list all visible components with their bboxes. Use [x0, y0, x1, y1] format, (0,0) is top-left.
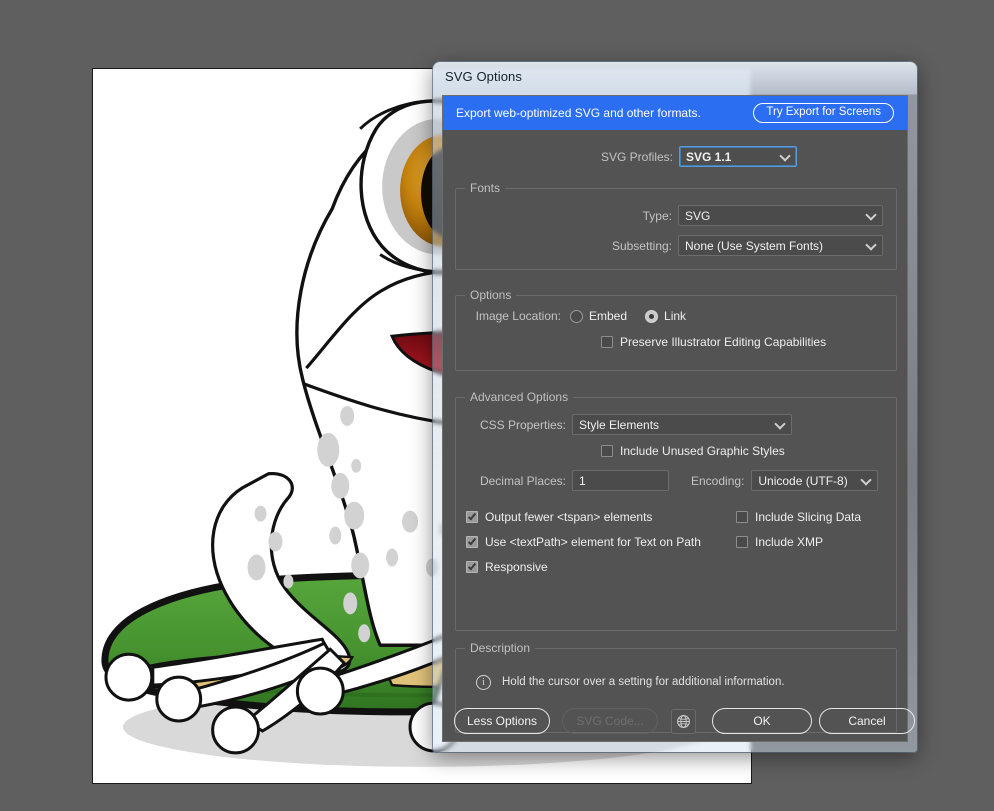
css-properties-select[interactable]: Style Elements: [572, 414, 792, 435]
fonts-group-title: Fonts: [465, 181, 506, 195]
image-location-label: Image Location:: [475, 309, 561, 323]
chevron-down-icon: [860, 473, 873, 486]
css-properties-value: Style Elements: [579, 417, 660, 432]
svg-profiles-label: SVG Profiles:: [600, 149, 673, 164]
checkbox-include-xmp-row: Include XMP: [736, 535, 823, 549]
fonts-group: Fonts Type: SVG Subsetting: None (Use Sy…: [455, 181, 897, 270]
output-fewer-tspan-checkbox[interactable]: Output fewer <tspan> elements: [466, 510, 652, 524]
output-fewer-tspan-label: Output fewer <tspan> elements: [485, 510, 653, 524]
dialog-footer: Less Options SVG Code... OK Cancel: [442, 708, 915, 742]
preserve-illustrator-editing-label: Preserve Illustrator Editing Capabilitie…: [620, 335, 827, 349]
include-unused-row: Include Unused Graphic Styles: [601, 444, 785, 458]
chevron-down-icon: [774, 417, 786, 430]
css-properties-label: CSS Properties:: [479, 417, 566, 432]
font-subsetting-row: Subsetting: None (Use System Fonts): [456, 235, 896, 256]
chevron-down-icon: [865, 238, 877, 251]
promo-message: Export web-optimized SVG and other forma…: [456, 106, 701, 120]
dialog-body: Export web-optimized SVG and other forma…: [442, 95, 908, 742]
export-promo-banner: Export web-optimized SVG and other forma…: [443, 96, 907, 130]
description-group-title: Description: [465, 641, 536, 655]
checkbox-responsive-row: Responsive: [466, 560, 548, 574]
font-subsetting-label: Subsetting:: [611, 238, 672, 253]
description-text: Hold the cursor over a setting for addit…: [502, 676, 785, 688]
checkbox-include-slicing-row: Include Slicing Data: [736, 510, 861, 524]
decimal-places-label: Decimal Places:: [479, 473, 566, 488]
options-group-title: Options: [465, 288, 517, 302]
include-unused-graphic-styles-checkbox[interactable]: Include Unused Graphic Styles: [601, 444, 785, 458]
less-options-button[interactable]: Less Options: [454, 708, 550, 734]
link-label: Link: [664, 309, 687, 323]
dialog-titlebar[interactable]: SVG Options: [433, 62, 917, 92]
chevron-down-icon: [779, 149, 791, 162]
include-xmp-label: Include XMP: [755, 535, 824, 549]
font-type-select[interactable]: SVG: [678, 205, 883, 226]
advanced-options-group: Advanced Options CSS Properties: Style E…: [455, 390, 897, 631]
preserve-illustrator-editing-checkbox[interactable]: Preserve Illustrator Editing Capabilitie…: [601, 335, 826, 349]
use-textpath-checkbox[interactable]: Use <textPath> element for Text on Path: [466, 535, 701, 549]
options-group: Options Image Location: Embed Link Prese…: [455, 288, 897, 371]
decimal-places-value: 1: [579, 473, 586, 488]
svg-options-dialog[interactable]: SVG Options Export web-optimized SVG and…: [433, 62, 917, 752]
include-unused-graphic-styles-label: Include Unused Graphic Styles: [620, 444, 785, 458]
radio-circle-icon: [570, 309, 583, 323]
advanced-options-group-title: Advanced Options: [465, 390, 574, 404]
checkbox-checked-icon: [466, 511, 478, 523]
use-textpath-label: Use <textPath> element for Text on Path: [485, 535, 701, 549]
svg-profiles-row: SVG Profiles: SVG 1.1: [443, 146, 907, 167]
checkbox-box-icon: [601, 336, 613, 348]
checkbox-checked-icon: [466, 536, 478, 548]
encoding-value: Unicode (UTF-8): [758, 473, 848, 488]
encoding-label: Encoding:: [691, 473, 745, 488]
preserve-editing-row: Preserve Illustrator Editing Capabilitie…: [601, 335, 826, 349]
image-location-embed-radio[interactable]: Embed: [570, 309, 627, 323]
font-subsetting-select[interactable]: None (Use System Fonts): [678, 235, 883, 256]
ok-button[interactable]: OK: [712, 708, 812, 734]
try-export-for-screens-button[interactable]: Try Export for Screens: [753, 102, 894, 124]
css-properties-row: CSS Properties: Style Elements: [456, 414, 896, 435]
responsive-label: Responsive: [485, 560, 548, 574]
chevron-down-icon: [865, 208, 877, 221]
font-type-label: Type:: [642, 208, 672, 223]
checkbox-output-fewer-tspan-row: Output fewer <tspan> elements: [466, 510, 652, 524]
description-content: i Hold the cursor over a setting for add…: [476, 675, 785, 690]
decimal-places-input[interactable]: 1: [572, 470, 669, 491]
desktop-canvas: SVG Options Export web-optimized SVG and…: [0, 0, 994, 811]
checkbox-box-icon: [736, 536, 748, 548]
embed-label: Embed: [589, 309, 628, 323]
info-icon: i: [476, 675, 491, 690]
checkbox-box-icon: [601, 445, 613, 457]
include-slicing-data-label: Include Slicing Data: [755, 510, 862, 524]
encoding-select[interactable]: Unicode (UTF-8): [751, 470, 879, 491]
responsive-checkbox[interactable]: Responsive: [466, 560, 548, 574]
decimal-encoding-row: Decimal Places: 1 Encoding: Unicode (UTF…: [456, 470, 896, 491]
font-type-row: Type: SVG: [456, 205, 896, 226]
dialog-title: SVG Options: [445, 69, 522, 84]
include-slicing-data-checkbox[interactable]: Include Slicing Data: [736, 510, 861, 524]
checkbox-checked-icon: [466, 561, 478, 573]
cancel-button[interactable]: Cancel: [819, 708, 915, 734]
image-location-row: Image Location: Embed Link: [456, 309, 896, 323]
image-location-link-radio[interactable]: Link: [645, 309, 686, 323]
svg-profiles-value: SVG 1.1: [686, 149, 732, 164]
globe-icon: [677, 715, 690, 728]
checkbox-use-textpath-row: Use <textPath> element for Text on Path: [466, 535, 701, 549]
font-subsetting-value: None (Use System Fonts): [685, 238, 824, 253]
browser-preview-button[interactable]: [671, 709, 696, 734]
font-type-value: SVG: [685, 208, 711, 223]
svg-code-button: SVG Code...: [562, 708, 658, 734]
svg-profiles-select[interactable]: SVG 1.1: [679, 146, 797, 167]
checkbox-box-icon: [736, 511, 748, 523]
include-xmp-checkbox[interactable]: Include XMP: [736, 535, 823, 549]
radio-circle-filled-icon: [645, 309, 659, 323]
